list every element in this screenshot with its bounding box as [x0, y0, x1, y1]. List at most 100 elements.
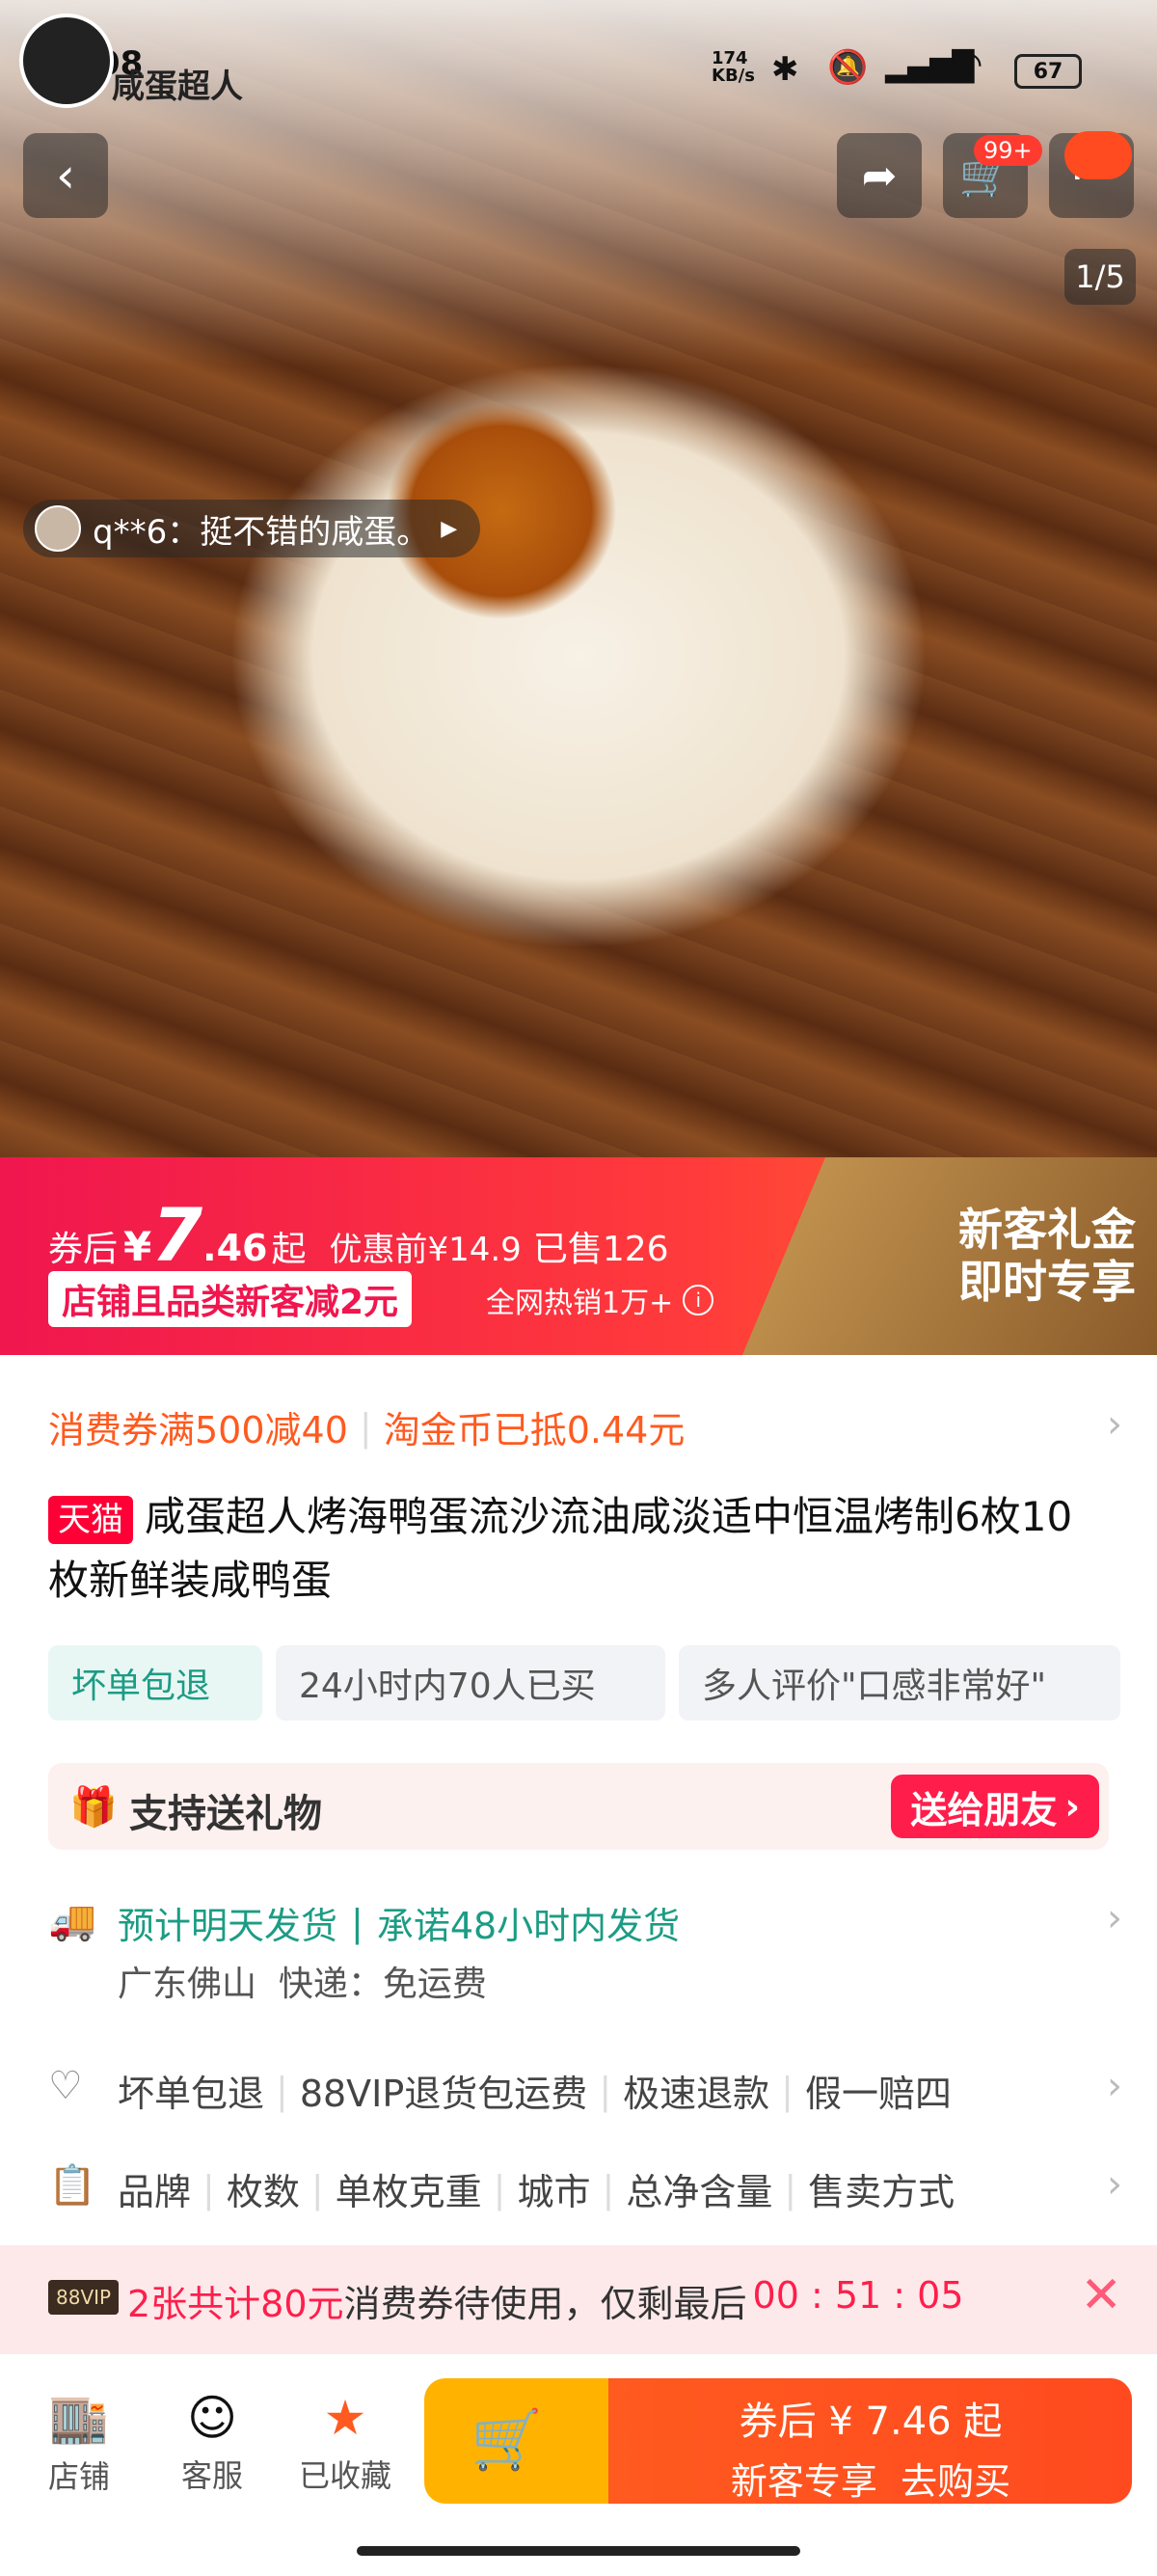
- hot-sales: 全网热销1万+: [486, 1287, 674, 1320]
- star-icon: ★: [323, 2390, 367, 2446]
- share-icon: ➦: [861, 150, 898, 201]
- divider: |: [202, 2167, 215, 2210]
- divider: |: [493, 2167, 506, 2210]
- divider: |: [351, 1901, 363, 1944]
- send-to-friend-label: 送给朋友: [910, 1788, 1058, 1831]
- store-button[interactable]: 🏬 店铺: [21, 2390, 137, 2497]
- coupon-right: 淘金币已抵0.44元: [383, 1409, 686, 1451]
- gift-icon: 🎁: [69, 1785, 118, 1830]
- param-item: 品牌: [118, 2171, 192, 2213]
- price-currency: ¥: [123, 1223, 152, 1270]
- chevron-right-icon: ›: [1107, 1896, 1122, 1940]
- ship-promise: 承诺48小时内发货: [376, 1905, 681, 1947]
- product-title: 天猫 咸蛋超人烤海鸭蛋流沙流油咸淡适中恒温烤制6枚10枚新鲜装咸鸭蛋: [48, 1485, 1109, 1613]
- vip-banner[interactable]: 88VIP 2张共计80元 消费券待使用，仅剩最后 00 : 51 : 05 ✕: [0, 2245, 1157, 2353]
- divider: |: [276, 2069, 288, 2112]
- bluetooth-icon: ✱: [771, 50, 799, 89]
- coupon-row[interactable]: 消费券满500减40 | 淘金币已抵0.44元: [48, 1400, 685, 1453]
- chevron-right-icon: ›: [1107, 2162, 1122, 2207]
- home-indicator: [357, 2546, 800, 2556]
- brand-logo-text: 咸蛋超人: [112, 68, 243, 106]
- review-bubble[interactable]: q**6：挺不错的咸蛋。 ▶: [23, 500, 481, 557]
- divider: |: [602, 2167, 615, 2210]
- net-speed: 174 KB/s: [712, 48, 755, 86]
- buy-button[interactable]: 🛒 券后 ¥ 7.46 起 新客专享 去购买: [424, 2378, 1132, 2504]
- ship-eta: 预计明天发货: [118, 1905, 338, 1947]
- param-item: 总净含量: [626, 2171, 773, 2213]
- price-suffix: 起: [271, 1230, 307, 1269]
- battery-icon: 67: [1014, 54, 1082, 89]
- chevron-right-icon: ›: [1107, 1402, 1122, 1447]
- gift-row[interactable]: 🎁 支持送礼物 送给朋友 ›: [48, 1763, 1109, 1850]
- play-icon: ▶: [441, 516, 458, 541]
- buy-price: 券后 ¥ 7.46 起: [739, 2400, 1003, 2444]
- param-item: 枚数: [226, 2171, 300, 2213]
- param-item: 售卖方式: [808, 2171, 955, 2213]
- gift-label: 支持送礼物: [129, 1792, 322, 1836]
- price-prefix: 券后: [48, 1230, 119, 1269]
- wifi-icon: ◠: [953, 44, 983, 84]
- title-text: 咸蛋超人烤海鸭蛋流沙流油咸淡适中恒温烤制6枚10枚新鲜装咸鸭蛋: [48, 1493, 1073, 1604]
- tag-review[interactable]: 多人评价"口感非常好": [679, 1645, 1120, 1721]
- service-item: 极速退款: [623, 2073, 770, 2115]
- review-text: q**6：挺不错的咸蛋。: [93, 512, 430, 552]
- cart-badge: 99+: [974, 135, 1042, 166]
- services-row[interactable]: 坏单包退 | 88VIP退货包运费 | 极速退款 | 假一赔四: [118, 2064, 952, 2117]
- service-label: 客服: [180, 2457, 243, 2494]
- tag-refund[interactable]: 坏单包退: [48, 1645, 262, 1721]
- param-item: 单枚克重: [335, 2171, 482, 2213]
- vip-text: 消费券待使用，仅剩最后: [343, 2283, 747, 2325]
- truck-icon: 🚚: [48, 1899, 96, 1943]
- chevron-right-icon: ›: [1064, 1785, 1080, 1828]
- divider: |: [781, 2069, 794, 2112]
- service-item: 88VIP退货包运费: [299, 2073, 588, 2115]
- service-item: 假一赔四: [804, 2073, 952, 2115]
- vip-badge: 88VIP: [48, 2280, 120, 2315]
- chat-face-icon: ☺: [186, 2390, 238, 2446]
- mute-icon: 🔕: [827, 48, 869, 87]
- price-dec: .46: [202, 1227, 268, 1269]
- shipping-row[interactable]: 预计明天发货 | 承诺48小时内发货: [118, 1896, 680, 1949]
- vip-highlight: 2张共计80元: [127, 2283, 344, 2325]
- sold-count: 已售126: [532, 1230, 669, 1269]
- divider: |: [310, 2167, 324, 2210]
- share-button[interactable]: ➦: [837, 133, 922, 218]
- chevron-left-icon: ‹: [56, 148, 75, 203]
- service-button[interactable]: ☺ 客服: [154, 2390, 270, 2496]
- image-pager: 1/5: [1064, 249, 1136, 305]
- buy-cta: 新客专享 去购买: [730, 2460, 1011, 2503]
- favorite-label: 已收藏: [298, 2457, 391, 2494]
- message-icon: [1064, 131, 1132, 179]
- newcomer-line2: 即时专享: [958, 1256, 1136, 1308]
- battery-level: 67: [1033, 59, 1063, 84]
- chevron-right-icon: ›: [1107, 2064, 1122, 2108]
- clipboard-icon: 📋: [48, 2163, 96, 2208]
- back-button[interactable]: ‹: [23, 133, 108, 218]
- param-item: 城市: [517, 2171, 591, 2213]
- info-icon[interactable]: i: [683, 1285, 714, 1315]
- price-int: 7: [151, 1192, 203, 1278]
- price-band: 券后 ¥ 7 .46 起 优惠前¥14.9 已售126 店铺且品类新客减2元 全…: [0, 1157, 1157, 1355]
- store-icon: 🏬: [48, 2390, 110, 2446]
- add-to-cart-icon[interactable]: 🛒: [471, 2405, 543, 2474]
- ship-origin: 广东佛山 快递：免运费: [118, 1965, 487, 2004]
- divider: |: [784, 2167, 797, 2210]
- params-row[interactable]: 品牌 | 枚数 | 单枚克重 | 城市 | 总净含量 | 售卖方式: [118, 2162, 955, 2215]
- promo-tag: 店铺且品类新客减2元: [48, 1271, 413, 1327]
- brand-logo: [19, 14, 114, 108]
- tmall-badge: 天猫: [48, 1496, 133, 1544]
- newcomer-line1: 新客礼金: [958, 1204, 1136, 1256]
- favorite-button[interactable]: ★ 已收藏: [287, 2390, 403, 2496]
- tag-bought[interactable]: 24小时内70人已买: [276, 1645, 665, 1721]
- divider: |: [359, 1405, 372, 1449]
- coupon-left: 消费券满500减40: [48, 1409, 348, 1451]
- heart-shield-icon: ♡: [48, 2064, 83, 2108]
- send-to-friend-button[interactable]: 送给朋友 ›: [891, 1775, 1099, 1838]
- reviewer-avatar: [35, 505, 81, 552]
- price-before: 优惠前¥14.9: [329, 1231, 522, 1269]
- divider: |: [599, 2069, 612, 2112]
- store-label: 店铺: [47, 2458, 110, 2495]
- service-item: 坏单包退: [118, 2073, 265, 2115]
- close-icon[interactable]: ✕: [1080, 2266, 1122, 2324]
- vip-countdown: 00 : 51 : 05: [752, 2274, 964, 2317]
